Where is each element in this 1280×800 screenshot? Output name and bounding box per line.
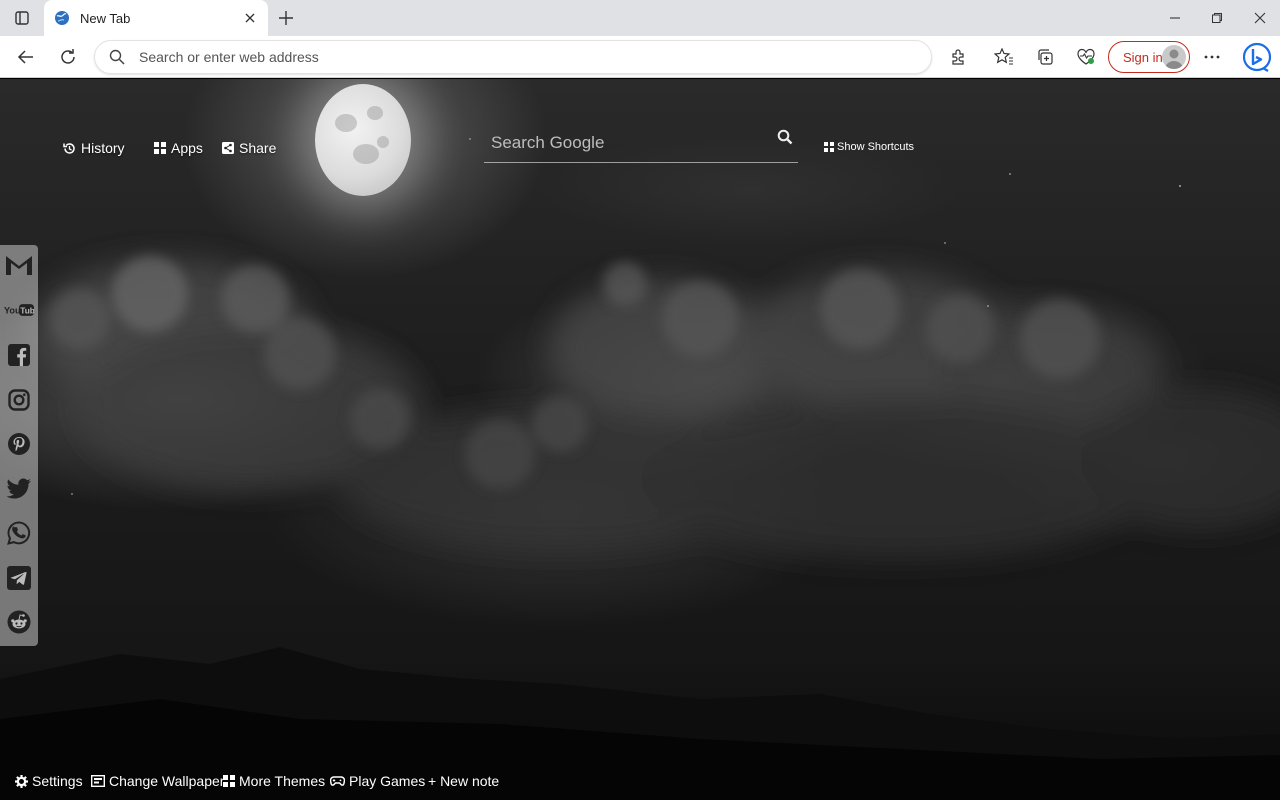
- restore-icon: [1212, 13, 1222, 23]
- close-window-button[interactable]: [1238, 0, 1280, 36]
- tab-strip: New Tab: [0, 0, 1280, 36]
- extensions-button[interactable]: [943, 43, 973, 71]
- instagram-icon[interactable]: [4, 385, 34, 415]
- heart-pulse-icon: [1077, 48, 1095, 65]
- play-games-link[interactable]: Play Games: [330, 772, 425, 790]
- svg-text:Tube: Tube: [20, 305, 34, 315]
- history-icon: [63, 142, 76, 155]
- show-shortcuts-label: Show Shortcuts: [837, 141, 915, 153]
- svg-text:You: You: [4, 305, 21, 315]
- globe-favicon-icon: [54, 10, 70, 26]
- gear-icon: [15, 774, 28, 788]
- settings-link[interactable]: Settings: [15, 772, 83, 790]
- bing-icon: [1243, 42, 1271, 72]
- plus-icon: [279, 11, 293, 25]
- facebook-icon[interactable]: [4, 340, 34, 370]
- refresh-button[interactable]: [53, 43, 83, 71]
- bing-copilot-button[interactable]: [1240, 40, 1274, 74]
- gmail-icon[interactable]: [4, 250, 34, 280]
- tab-new-tab[interactable]: New Tab: [44, 0, 268, 36]
- sign-in-button[interactable]: Sign in: [1108, 41, 1190, 73]
- address-bar[interactable]: [94, 40, 932, 74]
- youtube-icon[interactable]: YouTube: [4, 295, 34, 325]
- close-icon: [1254, 12, 1266, 24]
- show-shortcuts-button[interactable]: Show Shortcuts: [824, 141, 914, 153]
- browser-essentials-button[interactable]: [1071, 43, 1101, 71]
- apps-label: Apps: [171, 140, 203, 156]
- tab-actions-icon: [15, 11, 29, 25]
- themes-grid-icon: [223, 775, 235, 787]
- share-icon: [222, 142, 234, 154]
- collections-button[interactable]: [1030, 43, 1060, 71]
- new-tab-page: History Apps Share Show Shortcuts YouTub…: [0, 79, 1280, 800]
- more-themes-label: More Themes: [239, 773, 326, 789]
- share-label: Share: [239, 140, 277, 156]
- wallpaper-icon: [91, 775, 105, 787]
- whatsapp-icon[interactable]: [4, 518, 34, 548]
- apps-link[interactable]: Apps: [154, 140, 203, 156]
- tab-title: New Tab: [80, 10, 131, 26]
- google-search-box[interactable]: [484, 123, 798, 163]
- back-arrow-icon: [17, 50, 33, 64]
- back-button[interactable]: [11, 43, 41, 71]
- change-wallpaper-label: Change Wallpaper: [109, 773, 225, 789]
- change-wallpaper-link[interactable]: Change Wallpaper: [91, 772, 224, 790]
- apps-grid-icon: [154, 142, 166, 154]
- address-input[interactable]: [139, 49, 931, 65]
- history-link[interactable]: History: [63, 140, 125, 156]
- tab-close-icon[interactable]: [240, 8, 260, 28]
- cloud-wallpaper: [0, 138, 1280, 800]
- puzzle-icon: [952, 49, 964, 65]
- collections-icon: [1038, 49, 1053, 65]
- favorites-star-icon: [994, 48, 1013, 65]
- tab-actions-button[interactable]: [8, 6, 36, 30]
- pinterest-icon[interactable]: [4, 429, 34, 459]
- minimize-button[interactable]: [1153, 0, 1197, 36]
- history-label: History: [81, 140, 125, 156]
- new-tab-button[interactable]: [274, 6, 298, 30]
- minimize-icon: [1170, 17, 1180, 19]
- browser-toolbar: Sign in: [0, 36, 1280, 78]
- sign-in-label: Sign in: [1123, 49, 1163, 65]
- bottom-bar: Settings Change Wallpaper More Themes Pl…: [0, 772, 1280, 800]
- search-icon: [109, 49, 125, 65]
- favorites-button[interactable]: [989, 43, 1019, 71]
- twitter-icon[interactable]: [4, 474, 34, 504]
- moon-image: [315, 84, 411, 196]
- more-themes-link[interactable]: More Themes: [223, 772, 325, 790]
- telegram-icon[interactable]: [4, 563, 34, 593]
- new-note-link[interactable]: + New note: [428, 772, 499, 790]
- share-link[interactable]: Share: [222, 140, 276, 156]
- more-horizontal-icon: [1204, 55, 1220, 59]
- profile-avatar-icon: [1162, 45, 1186, 69]
- shortcuts-grid-icon: [824, 142, 834, 152]
- google-search-input[interactable]: [484, 132, 774, 153]
- reddit-icon[interactable]: [4, 607, 34, 637]
- settings-label: Settings: [32, 773, 83, 789]
- social-sidebar: YouTube: [0, 245, 38, 646]
- refresh-icon: [61, 49, 75, 64]
- restore-button[interactable]: [1195, 0, 1239, 36]
- gamepad-icon: [330, 776, 345, 786]
- new-note-label: + New note: [428, 773, 500, 789]
- search-icon[interactable]: [774, 126, 796, 148]
- settings-more-button[interactable]: [1197, 43, 1227, 71]
- play-games-label: Play Games: [349, 773, 426, 789]
